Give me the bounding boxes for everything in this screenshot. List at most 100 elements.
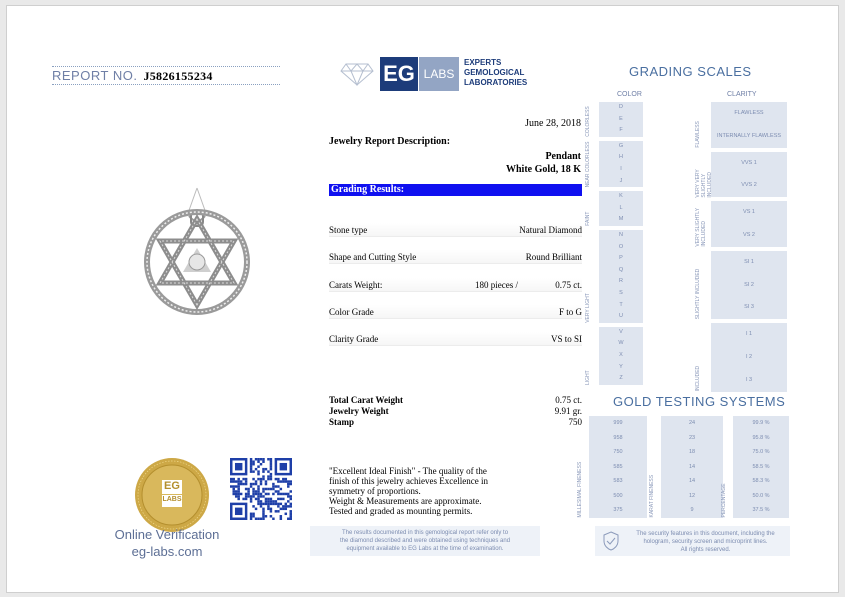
gold-cell: 583 (613, 478, 623, 484)
seal-text: EG (164, 480, 180, 492)
comment-line: Weight & Measurements are approximate. (329, 496, 482, 506)
comment-line: finish of this jewelry achieves Excellen… (329, 476, 488, 486)
total-value: 9.91 gr. (554, 406, 582, 416)
color-group-label: VERY LIGHT (585, 293, 591, 323)
gold-cell: 585 (613, 463, 623, 470)
disclaimer-line: the diamond described and were obtained … (339, 538, 511, 544)
clarity-group-label: VERY VERY SLIGHTLY INCLUDED (695, 168, 713, 198)
clarity-scale-label: CLARITY (727, 91, 757, 98)
gold-testing-title: GOLD TESTING SYSTEMS (613, 394, 786, 409)
disclaimer-left: The results documented in this gemologic… (310, 526, 540, 556)
qr-code[interactable] (230, 458, 292, 520)
gold-cell: 99.9 % (752, 420, 770, 426)
gold-cell: 18 (688, 449, 696, 455)
color-group-label: COLORLESS (585, 106, 591, 137)
result-label: Shape and Cutting Style (329, 252, 417, 262)
color-grade: F (619, 127, 623, 134)
result-row: Shape and Cutting Style Round Brilliant (329, 250, 582, 264)
seal-sub: LABS (162, 496, 182, 503)
finish-comment: "Excellent Ideal Finish" - The quality o… (329, 466, 499, 516)
result-row: Stone type Natural Diamond (329, 223, 582, 237)
logo-labs: LABS (419, 57, 459, 91)
clarity-grade: VVS 2 (741, 182, 757, 189)
report-number: REPORT NO. J5826155234 (52, 66, 280, 85)
total-label: Jewelry Weight (329, 406, 389, 416)
clarity-grade: VS 1 (743, 209, 755, 216)
comment-line: symmetry of proportions. (329, 486, 421, 496)
color-grade: T (619, 301, 623, 308)
gold-column-label: PERCENTAGE (721, 483, 727, 518)
eg-labs-seal (135, 458, 209, 532)
color-grade: R (619, 278, 623, 285)
shield-icon (603, 531, 619, 551)
color-grade: O (618, 243, 624, 250)
color-grade: Z (619, 375, 623, 382)
color-group-label: FAINT (585, 211, 591, 226)
gold-column-label: MILLESIMAL FINENESS (577, 461, 583, 518)
gold-cell: 75.0 % (752, 449, 770, 455)
color-grade: Y (619, 363, 623, 370)
description-title: Jewelry Report Description: (329, 136, 451, 147)
clarity-grade: INTERNALLY FLAWLESS (716, 132, 782, 139)
disclaimer-line: The security features in this document, … (636, 531, 775, 537)
verification-label: Online Verification (114, 527, 220, 542)
result-value: Round Brilliant (525, 252, 582, 262)
result-value: F to G (558, 307, 582, 317)
result-value: Natural Diamond (519, 225, 582, 235)
result-row: Color Grade F to G (329, 305, 582, 319)
gold-column-label: KARAT FINENESS (649, 474, 655, 518)
grading-results-header: Grading Results: (329, 184, 582, 196)
clarity-group-label: VERY SLIGHTLY INCLUDED (695, 208, 707, 247)
color-grade: S (619, 290, 623, 296)
disclaimer-line: The results documented in this gemologic… (341, 530, 509, 536)
color-grade: Q (618, 266, 624, 273)
report-number-value: J5826155234 (143, 69, 213, 83)
logo-text: EXPERTS GEMOLOGICAL LABORATORIES (464, 58, 527, 88)
clarity-grade: SI 1 (744, 258, 754, 265)
result-label: Stone type (329, 225, 368, 235)
logo-line2: GEMOLOGICAL (464, 68, 525, 77)
color-scale-label: COLOR (617, 91, 642, 98)
gold-cell: 14 (688, 463, 696, 470)
item-type: Pendant (545, 151, 581, 162)
gold-cell: 95.8 % (752, 434, 770, 441)
clarity-grade: I 2 (745, 354, 753, 360)
result-mid: 180 pieces / (475, 280, 518, 290)
color-grade: M (618, 216, 624, 223)
clarity-group-block (711, 151, 787, 198)
color-grade: N (619, 232, 623, 238)
total-label: Total Carat Weight (329, 395, 404, 405)
clarity-grade: SI 3 (744, 304, 754, 311)
color-grade: J (619, 177, 623, 184)
comment-line: "Excellent Ideal Finish" - The quality o… (329, 466, 487, 476)
color-grade: W (618, 340, 624, 347)
result-value: VS to SI (550, 334, 582, 344)
clarity-grade: I 3 (745, 376, 753, 383)
clarity-grade: SI 2 (744, 281, 754, 288)
clarity-group-label: INCLUDED (695, 366, 701, 392)
report-page: REPORT NO. J5826155234 EG LABS EXPERTS GE… (6, 5, 839, 593)
clarity-grade: VS 2 (743, 232, 755, 238)
gold-cell: 58.3 % (752, 478, 770, 484)
color-grade: K (619, 193, 623, 200)
gold-cell: 58.5 % (752, 463, 770, 470)
color-grade: U (619, 313, 623, 320)
clarity-group-block (711, 201, 787, 247)
color-grade: H (619, 154, 623, 161)
gold-cell: 958 (613, 434, 623, 441)
color-grade: G (618, 142, 624, 149)
logo-eg: EG (380, 57, 418, 91)
online-verification: Online Verification eg-labs.com (107, 526, 227, 560)
disclaimer-line: equipment available to EG Labs at the ti… (346, 546, 504, 552)
verification-url[interactable]: eg-labs.com (107, 543, 227, 560)
gold-cell: 375 (613, 507, 623, 513)
clarity-group-label: SLIGHTLY INCLUDED (695, 268, 701, 320)
clarity-grade: VVS 1 (741, 159, 757, 166)
disclaimer-line: hologram, security screen and microprint… (643, 539, 768, 545)
clarity-group-block (711, 102, 787, 148)
report-number-label: REPORT NO. (52, 68, 138, 83)
result-row: Clarity Grade VS to SI (329, 332, 582, 346)
gold-cell: 37.5 % (752, 507, 770, 513)
report-date: June 28, 2018 (525, 118, 581, 129)
clarity-grade: I 1 (745, 331, 753, 338)
